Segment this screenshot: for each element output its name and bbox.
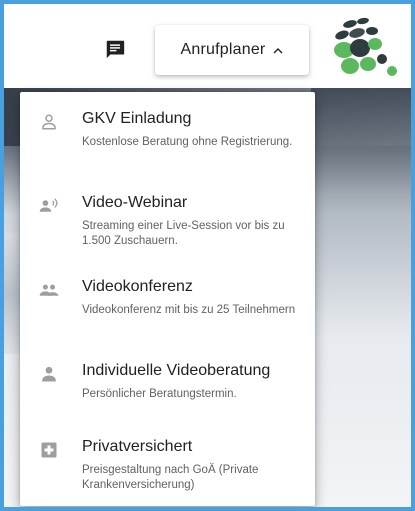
- menu-item-title: GKV Einladung: [82, 110, 192, 127]
- chevron-up-icon: [273, 47, 283, 53]
- anrufplaner-button[interactable]: Anrufplaner: [155, 25, 309, 75]
- chat-bubble-icon: [106, 40, 125, 59]
- top-bar: Anrufplaner: [4, 4, 411, 88]
- person-outline-icon: [39, 112, 59, 132]
- people-group-icon: [39, 280, 59, 300]
- brand-logo: [334, 17, 397, 76]
- medical-plus-icon: [39, 440, 59, 460]
- background-shade: [311, 88, 411, 507]
- chat-button[interactable]: [102, 36, 128, 62]
- menu-item-video-webinar[interactable]: Video-Webinar Streaming einer Live-Sessi…: [20, 176, 315, 256]
- menu-item-description: Persönlicher Beratungstermin.: [82, 388, 237, 400]
- anrufplaner-dropdown-menu: GKV Einladung Kostenlose Beratung ohne R…: [20, 92, 315, 506]
- menu-item-title: Video-Webinar: [82, 194, 188, 211]
- menu-item-individuelle-videoberatung[interactable]: Individuelle Videoberatung Persönlicher …: [20, 344, 315, 424]
- person-broadcast-icon: [39, 196, 59, 216]
- menu-item-title: Privatversichert: [82, 438, 193, 455]
- anrufplaner-label: Anrufplaner: [180, 41, 266, 58]
- menu-item-title: Videokonferenz: [82, 278, 193, 295]
- menu-item-description: Preisgestaltung nach GoÄ (Private Kranke…: [82, 464, 259, 491]
- menu-item-gkv-einladung[interactable]: GKV Einladung Kostenlose Beratung ohne R…: [20, 92, 315, 172]
- menu-item-description: Videokonferenz mit bis zu 25 Teilnehmern: [82, 304, 296, 316]
- menu-item-privatversichert[interactable]: Privatversichert Preisgestaltung nach Go…: [20, 420, 315, 500]
- person-filled-icon: [39, 364, 59, 384]
- app-window: Anrufplaner GKV Einladung Kostenlose Ber…: [4, 4, 411, 507]
- menu-item-title: Individuelle Videoberatung: [82, 362, 271, 379]
- menu-item-videokonferenz[interactable]: Videokonferenz Videokonferenz mit bis zu…: [20, 260, 315, 340]
- menu-item-description: Kostenlose Beratung ohne Registrierung.: [82, 136, 293, 148]
- menu-item-description: Streaming einer Live-Session vor bis zu …: [82, 220, 285, 247]
- background-card-edge: [4, 234, 20, 354]
